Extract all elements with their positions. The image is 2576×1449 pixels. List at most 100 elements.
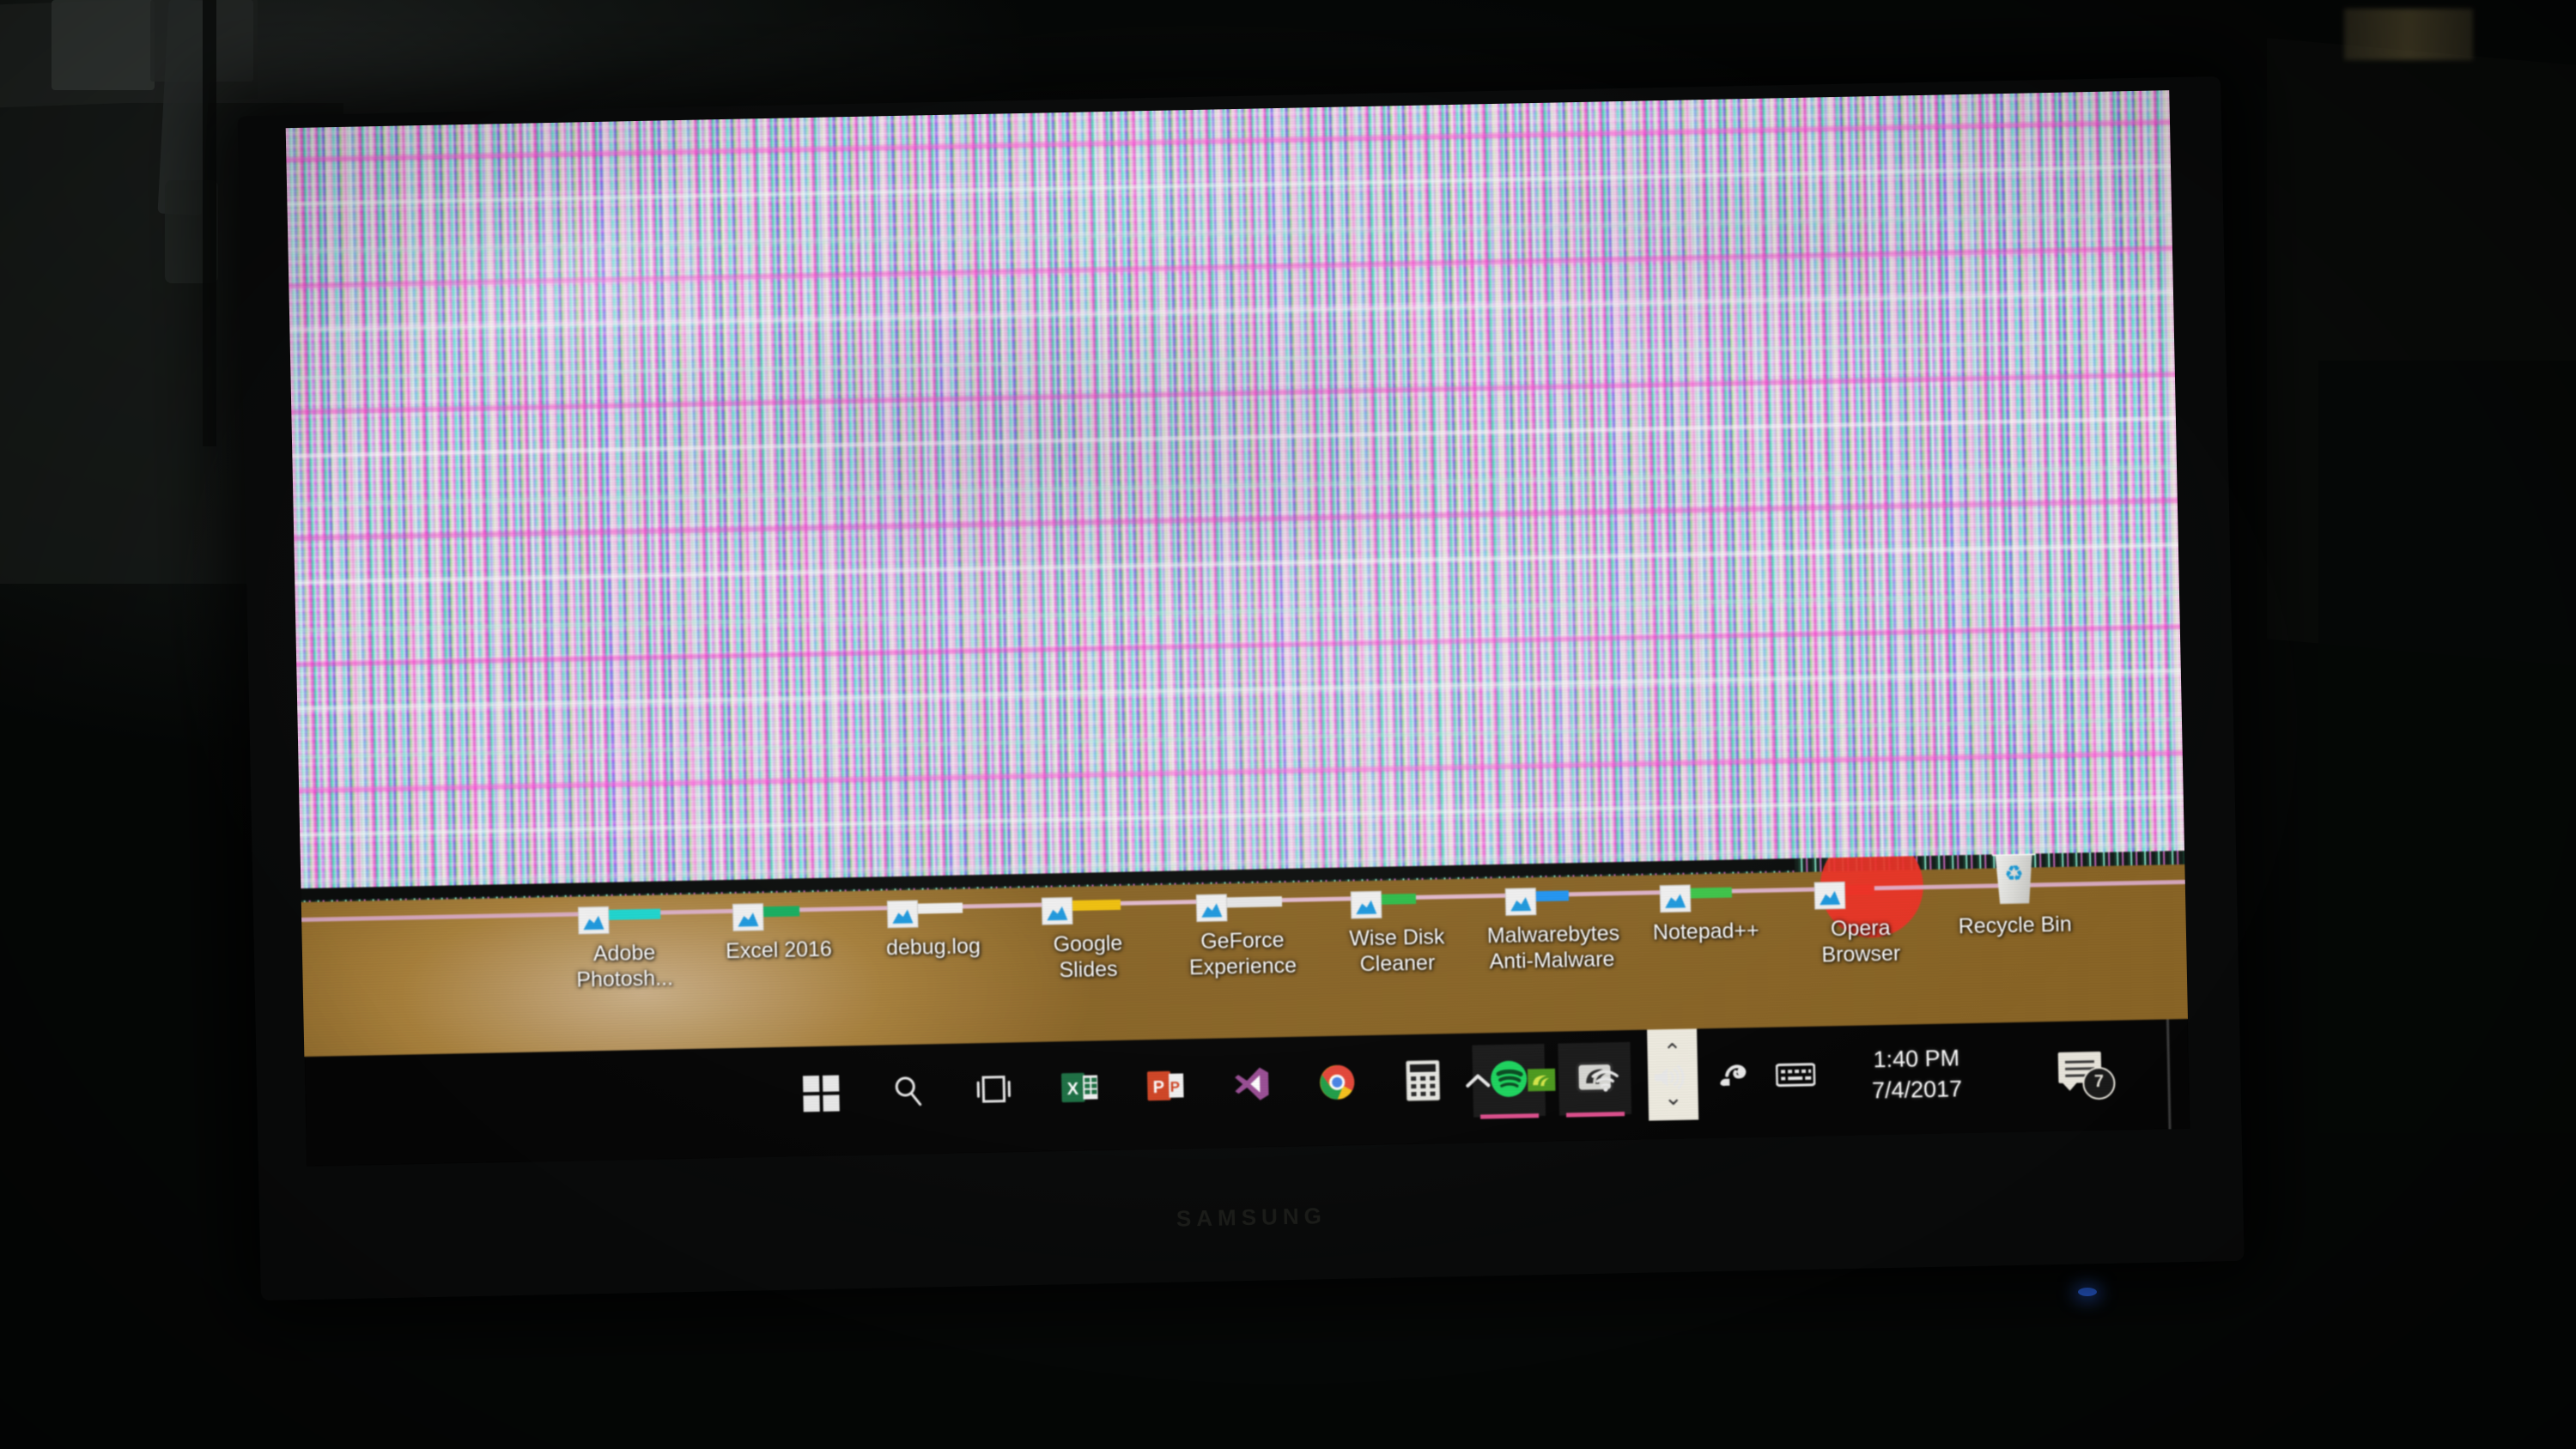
recycle-bin-icon: ♻ — [1950, 876, 2080, 910]
desktop-icon[interactable]: Notepad++ — [1641, 882, 1771, 945]
taskbar-item-chrome[interactable] — [1300, 1047, 1374, 1121]
broken-image-icon — [559, 905, 689, 938]
broken-image-placeholder — [1814, 881, 1846, 910]
broken-image-icon — [1177, 892, 1307, 925]
tray-volume[interactable] — [1644, 1055, 1693, 1104]
desktop-icon-label: Excel 2016 — [725, 937, 833, 963]
desktop-icon-label: Google Slides — [1053, 931, 1123, 983]
tray-bluetooth-audio[interactable] — [1708, 1053, 1757, 1102]
desktop-icon[interactable]: GeForce Experience — [1177, 892, 1308, 980]
calculator-icon — [1406, 1059, 1441, 1106]
desktop-icon-label: Wise Disk — [1349, 925, 1445, 951]
icon-corruption-bar — [1535, 890, 1570, 901]
visual-studio-icon — [1231, 1064, 1272, 1108]
tray-nvidia[interactable] — [1517, 1058, 1566, 1106]
desktop-icon[interactable]: Excel 2016 — [714, 901, 843, 964]
desktop-icon-label-line2: Experience — [1188, 953, 1297, 979]
cable — [203, 0, 216, 446]
broken-image-icon — [1795, 880, 1925, 913]
wifi-icon — [1588, 1064, 1623, 1098]
desktop-icon-label: Adobe — [592, 940, 656, 966]
tray-touch-keyboard[interactable] — [1771, 1052, 1820, 1101]
desktop-icon-label: Notepad++ — [1652, 918, 1759, 945]
computer-monitor: OpenGL and Vulkan Support Added ability … — [237, 76, 2245, 1301]
desktop-icon-label-line2: Photosh... — [576, 966, 674, 992]
task-view-icon — [972, 1071, 1016, 1111]
desktop-icon-label: debug.log — [885, 933, 981, 961]
search-icon — [889, 1071, 927, 1114]
search-button[interactable] — [872, 1056, 945, 1130]
desktop-icon-label-line2: Browser — [1821, 941, 1901, 967]
notification-count-badge: 7 — [2082, 1066, 2116, 1100]
powerpoint-icon: PP — [1145, 1065, 1186, 1110]
desktop-icon-label: Recycle Bin — [1958, 912, 2072, 938]
chevron-up-icon — [1463, 1066, 1493, 1100]
icon-corruption-bar — [609, 908, 661, 920]
taskbar-item-excel[interactable]: X — [1042, 1052, 1116, 1126]
svg-text:P: P — [1152, 1077, 1164, 1096]
windows-logo-icon — [802, 1075, 841, 1113]
desktop-icon-grid: Adobe Photosh... Excel 2016 debug.log Google… — [301, 875, 2188, 1041]
icon-corruption-bar — [762, 906, 800, 917]
broken-image-icon — [1486, 886, 1616, 919]
desktop-icon[interactable]: Malwarebytes Anti-Malware — [1486, 886, 1619, 974]
desktop-icon-label-line2: Anti-Malware — [1489, 947, 1615, 973]
windows-logo-icon — [802, 1075, 841, 1113]
desktop-icon-label: GeForce — [1200, 927, 1285, 954]
running-indicator — [1566, 1112, 1625, 1118]
broken-image-placeholder — [1350, 890, 1382, 919]
action-center-button[interactable]: 7 — [2055, 1046, 2117, 1100]
broken-image-icon — [714, 901, 843, 935]
recycle-bin-graphic: ♻ — [1987, 851, 2042, 905]
broken-image-icon — [1641, 882, 1771, 916]
broken-image-placeholder — [1041, 896, 1073, 925]
desktop-icon[interactable]: Google Slides — [1023, 895, 1153, 984]
broken-image-icon — [1023, 895, 1152, 929]
clock-date: 7/4/2017 — [1871, 1076, 1963, 1104]
icon-corruption-bar — [917, 902, 963, 914]
broken-image-placeholder — [732, 902, 764, 931]
broken-image-placeholder — [577, 906, 610, 935]
keyboard-icon — [1775, 1060, 1816, 1093]
taskbar-item-visualstudio[interactable] — [1214, 1049, 1288, 1123]
broken-image-icon — [868, 898, 998, 931]
right-wall-panel-2 — [2318, 361, 2576, 1133]
icon-corruption-bar — [1072, 899, 1121, 911]
broken-image-placeholder — [1504, 887, 1537, 916]
desktop-icon[interactable]: Opera Browser — [1795, 880, 1926, 968]
svg-text:X: X — [1066, 1079, 1078, 1098]
screen: OpenGL and Vulkan Support Added ability … — [285, 90, 2190, 1167]
equipment-box — [52, 0, 155, 90]
icon-corruption-bar — [1690, 887, 1732, 899]
power-led-indicator — [2078, 1288, 2097, 1296]
broken-image-placeholder — [1195, 894, 1228, 922]
taskbar-items: X P P ⌃ ⌄ 1:40 PM 7/4/2017 7 — [304, 1019, 2190, 1167]
taskbar-item-calculator[interactable] — [1386, 1046, 1460, 1119]
chrome-icon — [1317, 1062, 1358, 1106]
tray-wifi[interactable] — [1581, 1056, 1630, 1105]
icon-corruption-bar — [1226, 895, 1283, 908]
clock-time: 1:40 PM — [1873, 1045, 1960, 1073]
taskbar-item-powerpoint[interactable]: PP — [1128, 1051, 1202, 1125]
taskbar[interactable]: X P P ⌃ ⌄ 1:40 PM 7/4/2017 7 — [304, 1018, 2190, 1167]
task-view-button[interactable] — [957, 1054, 1031, 1128]
icon-corruption-bar — [1844, 883, 1874, 895]
desktop-icon-recycle-bin[interactable]: ♻ Recycle Bin — [1950, 876, 2080, 939]
tray-overflow-chevron[interactable] — [1454, 1058, 1503, 1107]
monitor-bezel: OpenGL and Vulkan Support Added ability … — [285, 90, 2190, 1167]
corrupted-display-artifact — [285, 90, 2185, 888]
headset-icon — [1715, 1061, 1750, 1095]
monitor-brand-logo: SAMSUNG — [1176, 1203, 1327, 1232]
glitch-blur-overlay — [285, 90, 2185, 888]
excel-icon: X — [1060, 1067, 1100, 1112]
running-indicator — [1480, 1113, 1540, 1119]
desktop-icon[interactable]: Wise Disk Cleaner — [1332, 889, 1462, 978]
taskbar-clock[interactable]: 1:40 PM 7/4/2017 — [1834, 1041, 1998, 1106]
desktop-icon[interactable]: debug.log — [868, 898, 998, 961]
start-button[interactable] — [786, 1058, 860, 1131]
desktop-icon[interactable]: Adobe Photosh... — [559, 905, 690, 993]
ambient-light-glow — [2344, 9, 2473, 60]
desktop-icon-label-line2: Cleaner — [1359, 950, 1436, 976]
windows-desktop: OpenGL and Vulkan Support Added ability … — [301, 850, 2190, 1167]
desktop-icon-label: Opera — [1830, 915, 1891, 941]
